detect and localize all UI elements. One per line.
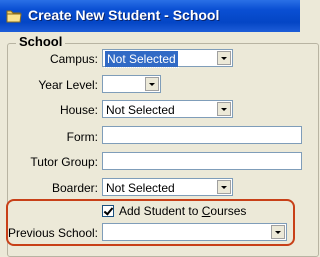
year-level-select[interactable] [102, 75, 161, 93]
house-value: Not Selected [106, 103, 175, 117]
title-bar[interactable]: Create New Student - School [0, 0, 300, 32]
house-select[interactable]: Not Selected [102, 100, 233, 118]
campus-label: Campus: [49, 52, 98, 66]
chevron-down-icon[interactable] [217, 51, 231, 65]
chevron-down-icon[interactable] [145, 77, 159, 91]
year-level-label: Year Level: [38, 78, 98, 92]
boarder-label: Boarder: [51, 181, 98, 195]
add-to-courses-label[interactable]: Add Student to Courses [119, 204, 246, 218]
boarder-value: Not Selected [106, 181, 175, 195]
add-to-courses-label-suffix: ourses [210, 204, 247, 218]
boarder-select[interactable]: Not Selected [102, 178, 233, 196]
window-title: Create New Student - School [28, 7, 220, 23]
chevron-down-icon[interactable] [217, 102, 231, 116]
previous-school-select[interactable] [102, 223, 287, 241]
form-field[interactable] [102, 126, 302, 144]
add-to-courses-label-prefix: Add Student to [119, 204, 202, 218]
house-label: House: [59, 103, 98, 117]
campus-select[interactable]: Not Selected [102, 49, 233, 68]
previous-school-label: Previous School: [7, 226, 98, 240]
chevron-down-icon[interactable] [217, 180, 231, 194]
chevron-down-icon[interactable] [271, 225, 285, 239]
campus-value: Not Selected [104, 50, 179, 68]
tutor-group-label: Tutor Group: [30, 155, 98, 169]
add-to-courses-checkbox[interactable] [102, 205, 114, 217]
form-label: Form: [66, 130, 98, 144]
group-title: School [16, 34, 66, 49]
folder-icon [6, 10, 22, 23]
tutor-group-field[interactable] [102, 152, 302, 170]
